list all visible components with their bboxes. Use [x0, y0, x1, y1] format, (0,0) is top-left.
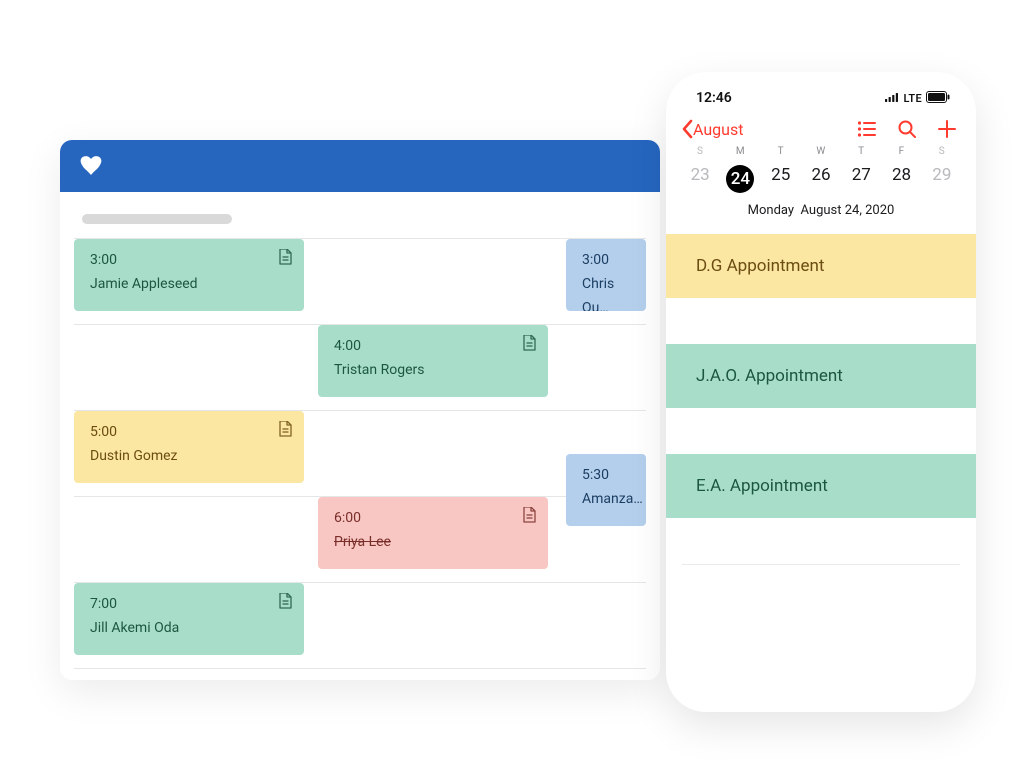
event-time: 3:00 — [582, 252, 609, 268]
weekday-label: M — [720, 146, 760, 157]
event-time: 4:00 — [334, 338, 361, 354]
signal-icon — [885, 92, 899, 105]
selected-day: 24 — [726, 165, 754, 193]
calendar-event[interactable]: 6:00 Priya Lee — [318, 497, 548, 569]
selected-weekday: Monday — [748, 203, 794, 218]
calendar-event[interactable]: 5:00 Dustin Gomez — [74, 411, 304, 483]
weekday-label: F — [881, 146, 921, 157]
document-icon — [278, 593, 292, 609]
day-cell[interactable]: 26 — [801, 161, 841, 197]
event-name: Jill Akemi Oda — [90, 617, 290, 641]
phone-mock: 12:46 LTE August — [666, 72, 976, 712]
day-cell[interactable]: 23 — [680, 161, 720, 197]
list-divider — [682, 564, 960, 565]
search-icon[interactable] — [896, 118, 918, 140]
day-cell[interactable]: 28 — [881, 161, 921, 197]
event-name: Chris Qu… — [582, 273, 632, 311]
appointment-item[interactable]: D.G Appointment — [666, 234, 976, 298]
document-icon — [278, 421, 292, 437]
back-label: August — [693, 120, 743, 139]
appointment-list: D.G Appointment J.A.O. Appointment E.A. Ap… — [666, 234, 976, 518]
status-time: 12:46 — [696, 90, 732, 106]
event-name: Amanza… — [582, 488, 632, 512]
back-button[interactable]: August — [680, 119, 743, 139]
event-time: 5:00 — [90, 424, 117, 440]
week-strip: SMTWTFS 23242526272829 Monday August 24,… — [666, 144, 976, 218]
document-icon — [522, 507, 536, 523]
title-placeholder — [82, 214, 232, 224]
list-view-icon[interactable] — [856, 118, 878, 140]
event-time: 6:00 — [334, 510, 361, 526]
add-icon[interactable] — [936, 118, 958, 140]
weekday-label: W — [801, 146, 841, 157]
event-name: Priya Lee — [334, 531, 534, 555]
battery-icon — [926, 91, 950, 106]
day-cell[interactable]: 27 — [841, 161, 881, 197]
event-time: 5:30 — [582, 467, 609, 483]
event-time: 3:00 — [90, 252, 117, 268]
weekday-label: T — [761, 146, 801, 157]
day-cell[interactable]: 24 — [720, 161, 760, 197]
selected-date: August 24, 2020 — [801, 203, 895, 218]
desktop-calendar-panel: 3:00 Jamie Appleseed 3:00 Chris Qu… 4:00 Tris… — [60, 140, 660, 680]
calendar-event[interactable]: 7:00 Jill Akemi Oda — [74, 583, 304, 655]
app-topbar — [60, 140, 660, 192]
calendar-event[interactable]: 3:00 Jamie Appleseed — [74, 239, 304, 311]
calendar-event[interactable]: 5:30 Amanza… — [566, 454, 646, 526]
status-indicators: LTE — [885, 91, 950, 106]
document-icon — [278, 249, 292, 265]
event-name: Dustin Gomez — [90, 445, 290, 469]
appointment-item[interactable]: E.A. Appointment — [666, 454, 976, 518]
event-time: 7:00 — [90, 596, 117, 612]
weekday-label: S — [922, 146, 962, 157]
day-cell[interactable]: 25 — [761, 161, 801, 197]
appointment-item[interactable]: J.A.O. Appointment — [666, 344, 976, 408]
day-cell[interactable]: 29 — [922, 161, 962, 197]
calendar-event[interactable]: 3:00 Chris Qu… — [566, 239, 646, 311]
network-label: LTE — [903, 92, 922, 105]
document-icon — [522, 335, 536, 351]
calendar-grid: 3:00 Jamie Appleseed 3:00 Chris Qu… 4:00 Tris… — [74, 238, 646, 668]
weekday-label: S — [680, 146, 720, 157]
status-bar: 12:46 LTE — [666, 72, 976, 112]
calendar-event[interactable]: 4:00 Tristan Rogers — [318, 325, 548, 397]
selected-date-label: Monday August 24, 2020 — [680, 203, 962, 218]
event-name: Tristan Rogers — [334, 359, 534, 383]
weekday-label: T — [841, 146, 881, 157]
event-name: Jamie Appleseed — [90, 273, 290, 297]
calendar-nav: August — [666, 112, 976, 144]
butterfly-logo-icon — [78, 155, 104, 177]
